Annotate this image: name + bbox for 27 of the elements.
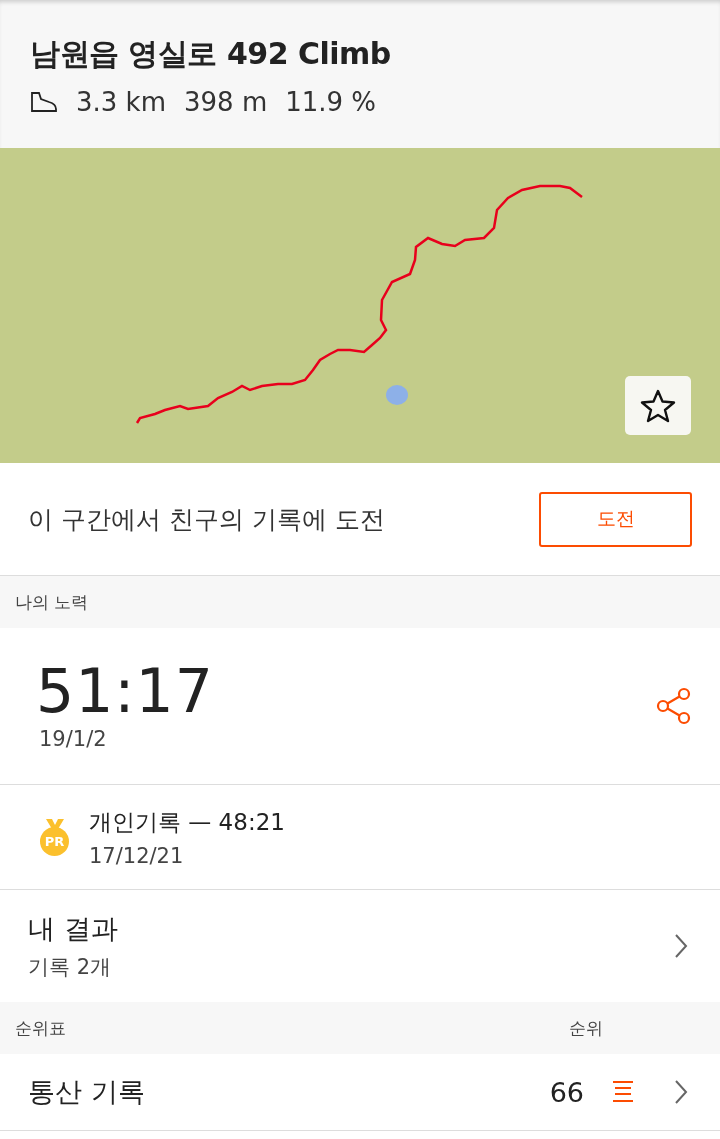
- challenge-text: 이 구간에서 친구의 기록에 도전: [28, 503, 385, 536]
- star-icon: [639, 387, 677, 424]
- section-header: 나의 노력: [15, 590, 89, 614]
- rank-header: 순위: [569, 1016, 603, 1040]
- results-title: 내 결과: [28, 912, 118, 946]
- share-icon[interactable]: [656, 687, 692, 725]
- leaderboard-row[interactable]: 통산 기록 66: [0, 1054, 720, 1131]
- pr-date: 17/12/21: [89, 843, 185, 868]
- elevation-value: 398 m: [184, 87, 268, 117]
- chevron-right-icon: [674, 933, 688, 959]
- rank-value: 66: [549, 1076, 584, 1108]
- list-icon: [612, 1080, 634, 1104]
- distance-value: 3.3 km: [76, 87, 166, 117]
- leaderboard-label: 통산 기록: [28, 1075, 146, 1109]
- section-header: 순위표: [15, 1016, 66, 1040]
- pr-label: 개인기록 — 48:21: [89, 807, 285, 837]
- effort-time: 51:17: [36, 661, 214, 721]
- shoe-icon: [30, 91, 58, 113]
- ribbon-icon: [44, 818, 65, 829]
- segment-title: 남원읍 영실로 492 Climb: [30, 35, 392, 73]
- favorite-button[interactable]: [625, 376, 691, 435]
- results-count: 기록 2개: [28, 954, 113, 981]
- grade-value: 11.9 %: [285, 87, 377, 117]
- results-row[interactable]: 내 결과 기록 2개: [0, 890, 720, 1002]
- pr-medal: PR: [40, 826, 69, 856]
- effort-date: 19/1/2: [38, 727, 108, 751]
- chevron-right-icon: [674, 1079, 688, 1105]
